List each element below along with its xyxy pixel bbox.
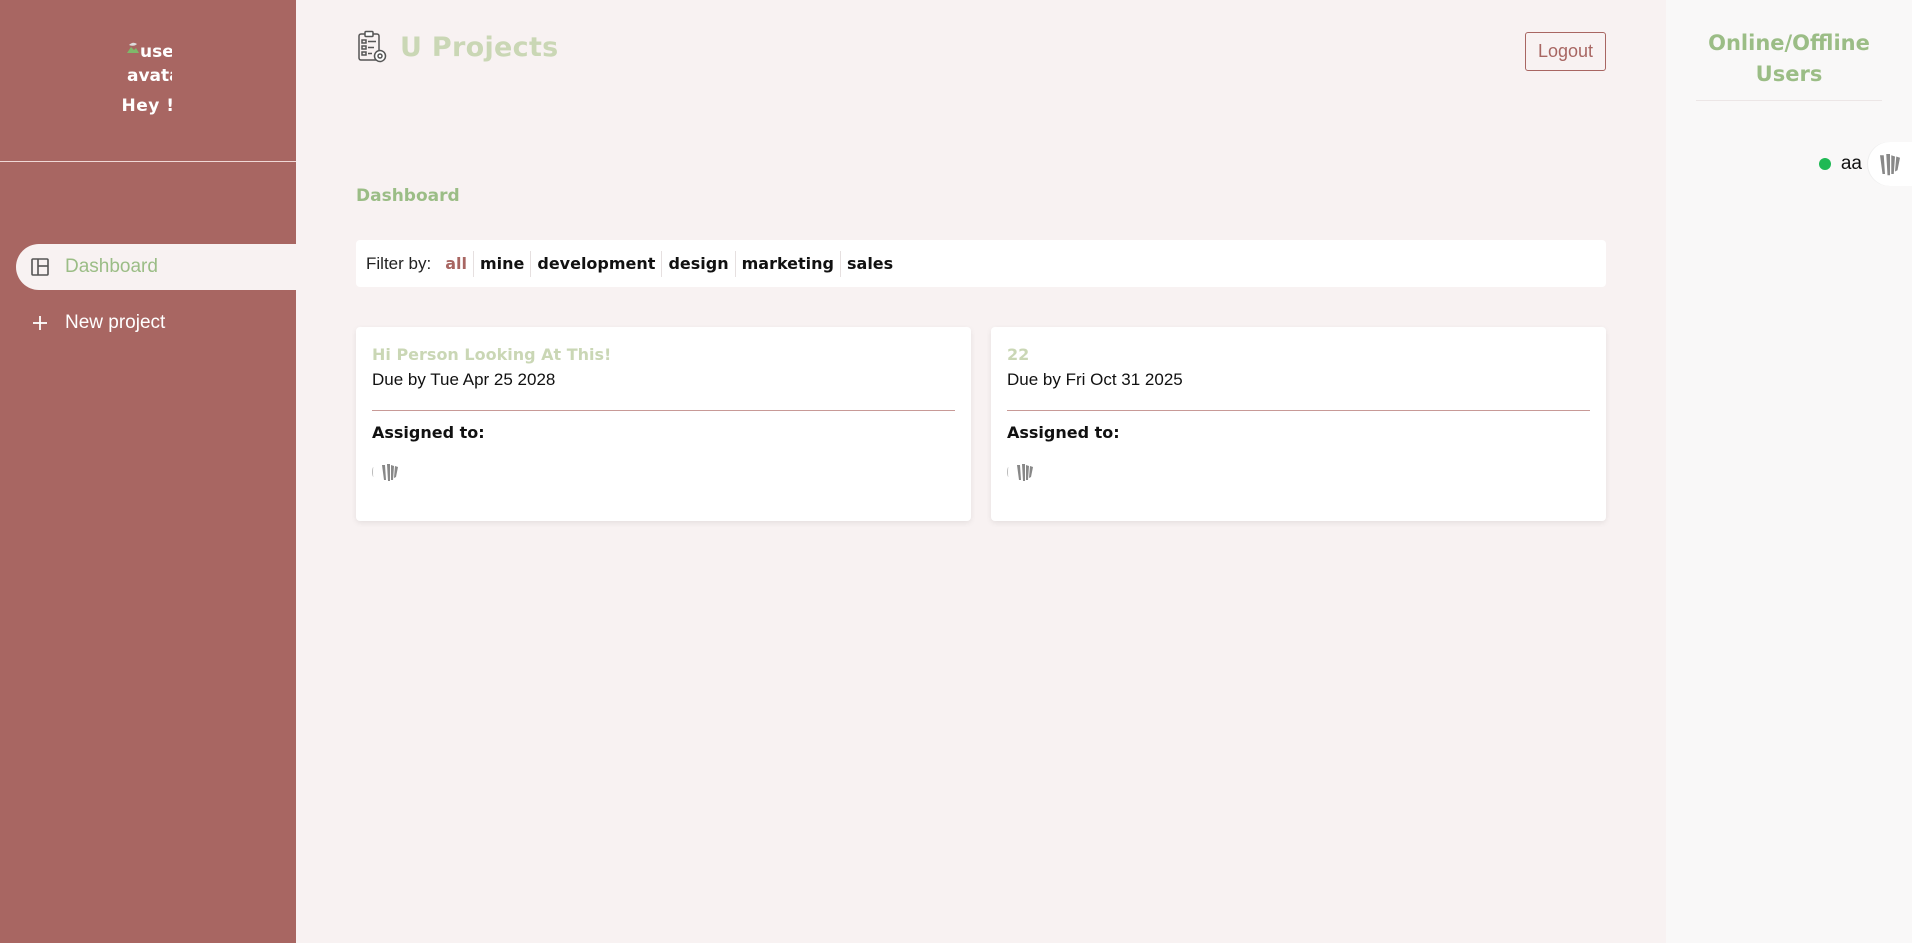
filter-option-sales[interactable]: sales bbox=[841, 251, 899, 277]
online-user-name: aa bbox=[1840, 153, 1862, 174]
user-section: user avatar Hey ! bbox=[0, 0, 296, 162]
assignee-avatar-icon bbox=[1017, 464, 1033, 481]
filter-option-mine[interactable]: mine bbox=[474, 250, 532, 277]
sidebar-nav: Dashboard New project bbox=[0, 244, 296, 346]
assignee-avatar-icon bbox=[382, 464, 398, 481]
filter-option-marketing[interactable]: marketing bbox=[736, 250, 841, 277]
assigned-label: Assigned to: bbox=[1007, 423, 1120, 442]
project-clipboard-icon bbox=[358, 30, 387, 63]
online-user-avatar bbox=[1868, 142, 1912, 186]
greeting: Hey ! bbox=[121, 96, 175, 116]
sidebar: user avatar Hey ! Dashboard New bbox=[0, 0, 296, 943]
sidebar-item-new-project[interactable]: New project bbox=[16, 300, 296, 346]
project-name: Hi Person Looking At This! bbox=[372, 345, 612, 364]
project-card[interactable]: 22 Due by Fri Oct 31 2025 Assigned to: bbox=[991, 327, 1606, 521]
online-user-row: aa bbox=[1818, 142, 1912, 186]
project-due-date: Due by Fri Oct 31 2025 bbox=[1007, 370, 1183, 389]
online-users-title: Online/Offline Users bbox=[1696, 28, 1882, 101]
user-avatar: user avatar bbox=[124, 40, 172, 86]
project-name: 22 bbox=[1007, 345, 1030, 364]
divider bbox=[1007, 410, 1590, 411]
assigned-label: Assigned to: bbox=[372, 423, 485, 442]
avatar-alt-text-1: user bbox=[140, 42, 172, 62]
online-users-panel: Online/Offline Users aa bbox=[1666, 0, 1912, 943]
sidebar-item-label: New project bbox=[65, 312, 166, 333]
filter-option-all[interactable]: all bbox=[439, 250, 474, 277]
user-avatar-icon bbox=[1880, 154, 1900, 176]
brand: U Projects bbox=[356, 30, 559, 64]
filter-option-development[interactable]: development bbox=[531, 250, 663, 277]
logout-button[interactable]: Logout bbox=[1525, 32, 1606, 71]
filter-label: Filter by: bbox=[366, 253, 432, 273]
online-status-dot bbox=[1818, 158, 1831, 170]
project-due-date: Due by Tue Apr 25 2028 bbox=[372, 370, 556, 389]
main-content: U Projects Logout Dashboard Filter by: a… bbox=[296, 0, 1666, 943]
avatar-alt-text-2: avatar bbox=[127, 66, 172, 86]
sidebar-item-dashboard[interactable]: Dashboard bbox=[16, 244, 296, 290]
avatar-edge bbox=[372, 467, 375, 477]
project-card[interactable]: Hi Person Looking At This! Due by Tue Ap… bbox=[356, 327, 971, 521]
assignee-list bbox=[372, 460, 955, 484]
page-title: Dashboard bbox=[356, 186, 460, 206]
plus-icon bbox=[30, 313, 50, 333]
filter-option-design[interactable]: design bbox=[662, 250, 736, 277]
dashboard-icon bbox=[30, 257, 50, 277]
project-list: Hi Person Looking At This! Due by Tue Ap… bbox=[356, 327, 1606, 521]
avatar-edge bbox=[1007, 467, 1010, 477]
sidebar-item-label: Dashboard bbox=[65, 256, 158, 277]
divider bbox=[372, 410, 955, 411]
assignee-list bbox=[1007, 460, 1590, 484]
broken-image-icon bbox=[127, 42, 139, 53]
filter-bar: Filter by: all mine development design m… bbox=[356, 240, 1606, 287]
app-title: U Projects bbox=[400, 31, 559, 63]
topbar: U Projects Logout bbox=[356, 30, 1606, 80]
